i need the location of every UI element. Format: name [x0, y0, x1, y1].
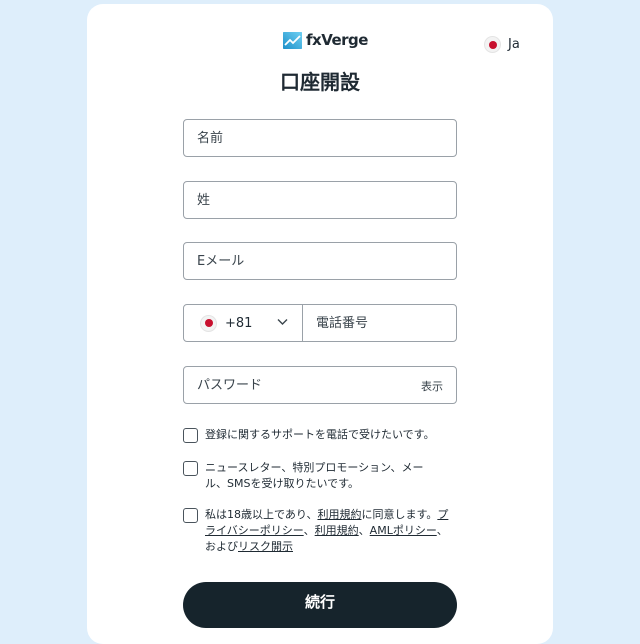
language-label: Ja — [508, 37, 520, 52]
first-name-field — [183, 119, 457, 157]
separator: 、 — [358, 524, 370, 537]
last-name-field — [183, 181, 457, 219]
newsletter-label: ニュースレター、特別プロモーション、メール、SMSを受け取りたいです。 — [205, 461, 424, 490]
language-selector[interactable]: Ja — [484, 36, 520, 53]
japan-flag-icon — [484, 36, 501, 53]
country-code-value: +81 — [225, 315, 253, 331]
chevron-down-icon — [277, 319, 288, 325]
phone-number-input[interactable] — [303, 305, 456, 341]
brand-name: fxVerge — [306, 31, 368, 49]
japan-flag-icon — [200, 314, 217, 332]
terms-text-mid: に同意します。 — [361, 508, 438, 521]
phone-support-label: 登録に関するサポートを電話で受けたいです。 — [205, 428, 435, 441]
page-title: 口座開設 — [280, 70, 360, 94]
last-name-input[interactable] — [184, 182, 456, 218]
consent-phone-support-row: 登録に関するサポートを電話で受けたいです。 — [183, 427, 457, 443]
terms-text-prefix: 私は18歳以上であり、 — [205, 508, 318, 521]
chart-logo-icon — [283, 31, 302, 49]
first-name-input[interactable] — [184, 120, 456, 156]
terms-label: 私は18歳以上であり、利用規約に同意します。プライバシーポリシー、利用規約、AM… — [205, 507, 455, 555]
continue-button[interactable]: 続行 — [183, 582, 457, 628]
show-password-toggle[interactable]: 表示 — [421, 378, 443, 394]
email-input[interactable] — [184, 243, 456, 279]
password-field: 表示 — [183, 366, 457, 404]
consent-terms-row: 私は18歳以上であり、利用規約に同意します。プライバシーポリシー、利用規約、AM… — [183, 507, 457, 555]
brand-logo: fxVerge — [283, 29, 368, 51]
terms-checkbox[interactable] — [183, 508, 198, 523]
aml-policy-link[interactable]: AMLポリシー — [370, 524, 437, 537]
country-code-select[interactable]: +81 — [184, 305, 303, 341]
password-input[interactable] — [184, 367, 456, 403]
risk-disclosure-link[interactable]: リスク開示 — [238, 540, 293, 553]
separator: 、 — [303, 524, 315, 537]
email-field — [183, 242, 457, 280]
consent-newsletter-row: ニュースレター、特別プロモーション、メール、SMSを受け取りたいです。 — [183, 460, 457, 492]
phone-field: +81 — [183, 304, 457, 342]
terms-of-use-link-2[interactable]: 利用規約 — [315, 524, 359, 537]
newsletter-checkbox[interactable] — [183, 461, 198, 476]
phone-support-checkbox[interactable] — [183, 428, 198, 443]
terms-of-use-link[interactable]: 利用規約 — [317, 508, 361, 521]
